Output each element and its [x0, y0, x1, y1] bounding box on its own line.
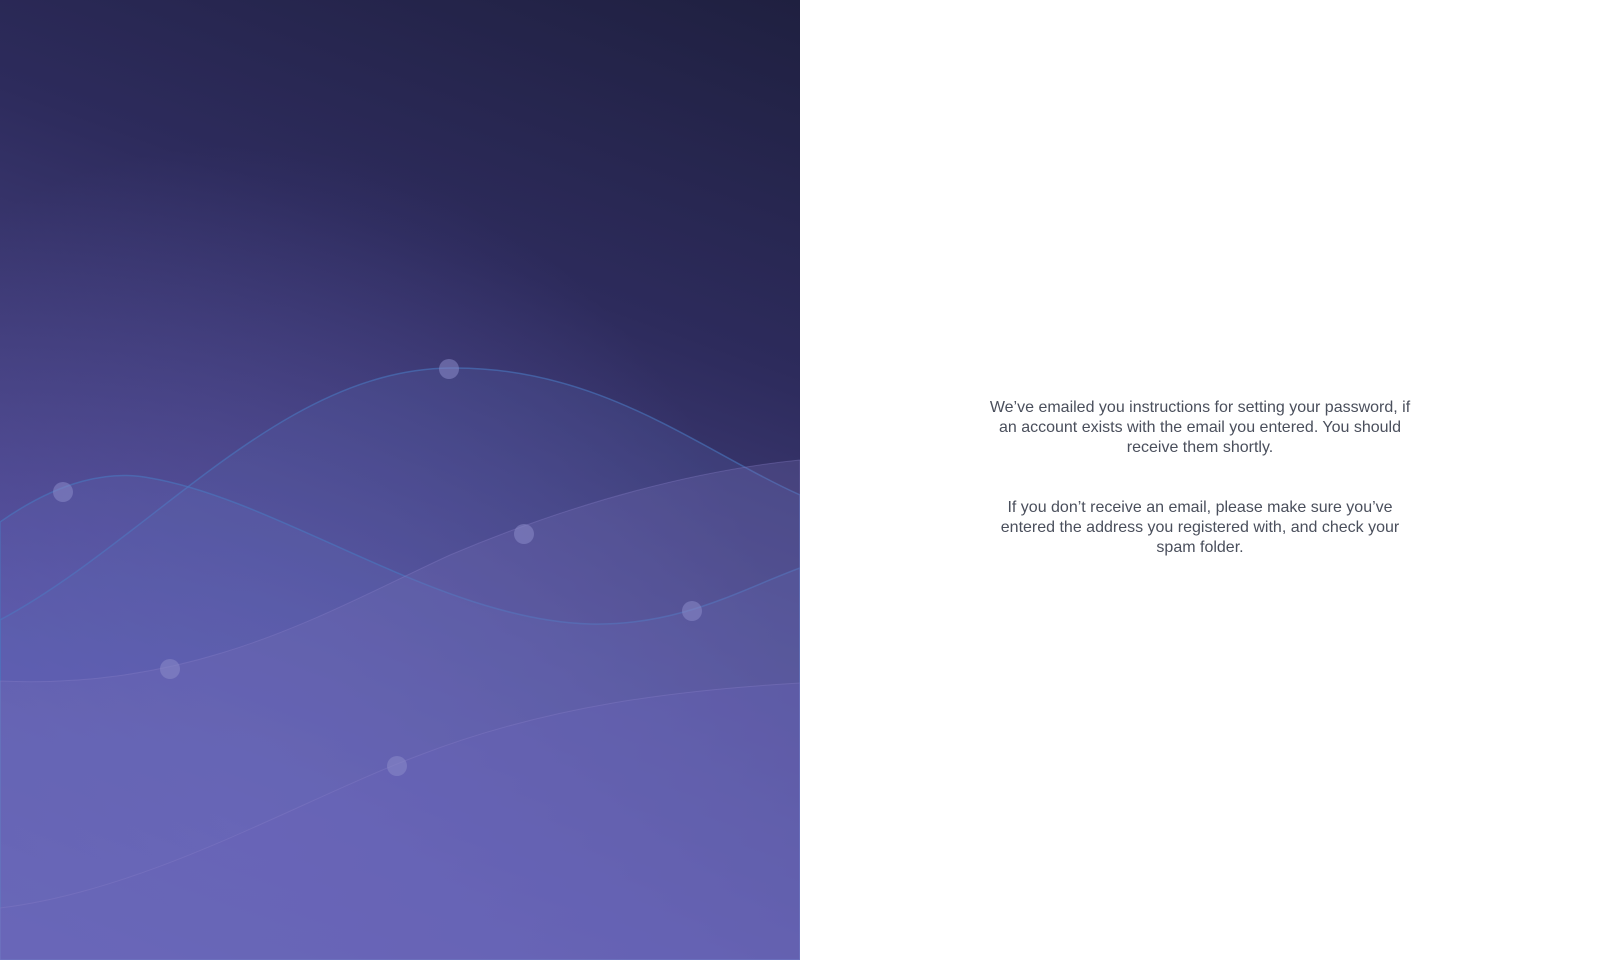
confirmation-message: We’ve emailed you instructions for setti…	[980, 398, 1420, 558]
spam-folder-hint-text: If you don’t receive an email, please ma…	[1000, 499, 1400, 556]
wave-dot	[53, 482, 73, 502]
wave-dot	[387, 756, 407, 776]
wave-dot	[514, 524, 534, 544]
wave-dot	[439, 359, 459, 379]
instructions-sent-text: We’ve emailed you instructions for setti…	[989, 399, 1411, 456]
decorative-hero-panel	[0, 0, 800, 960]
wave-dot	[682, 601, 702, 621]
password-reset-done-page: We’ve emailed you instructions for setti…	[0, 0, 1600, 960]
wave-illustration	[0, 0, 800, 960]
confirmation-panel: We’ve emailed you instructions for setti…	[800, 0, 1600, 960]
wave-dot	[160, 659, 180, 679]
